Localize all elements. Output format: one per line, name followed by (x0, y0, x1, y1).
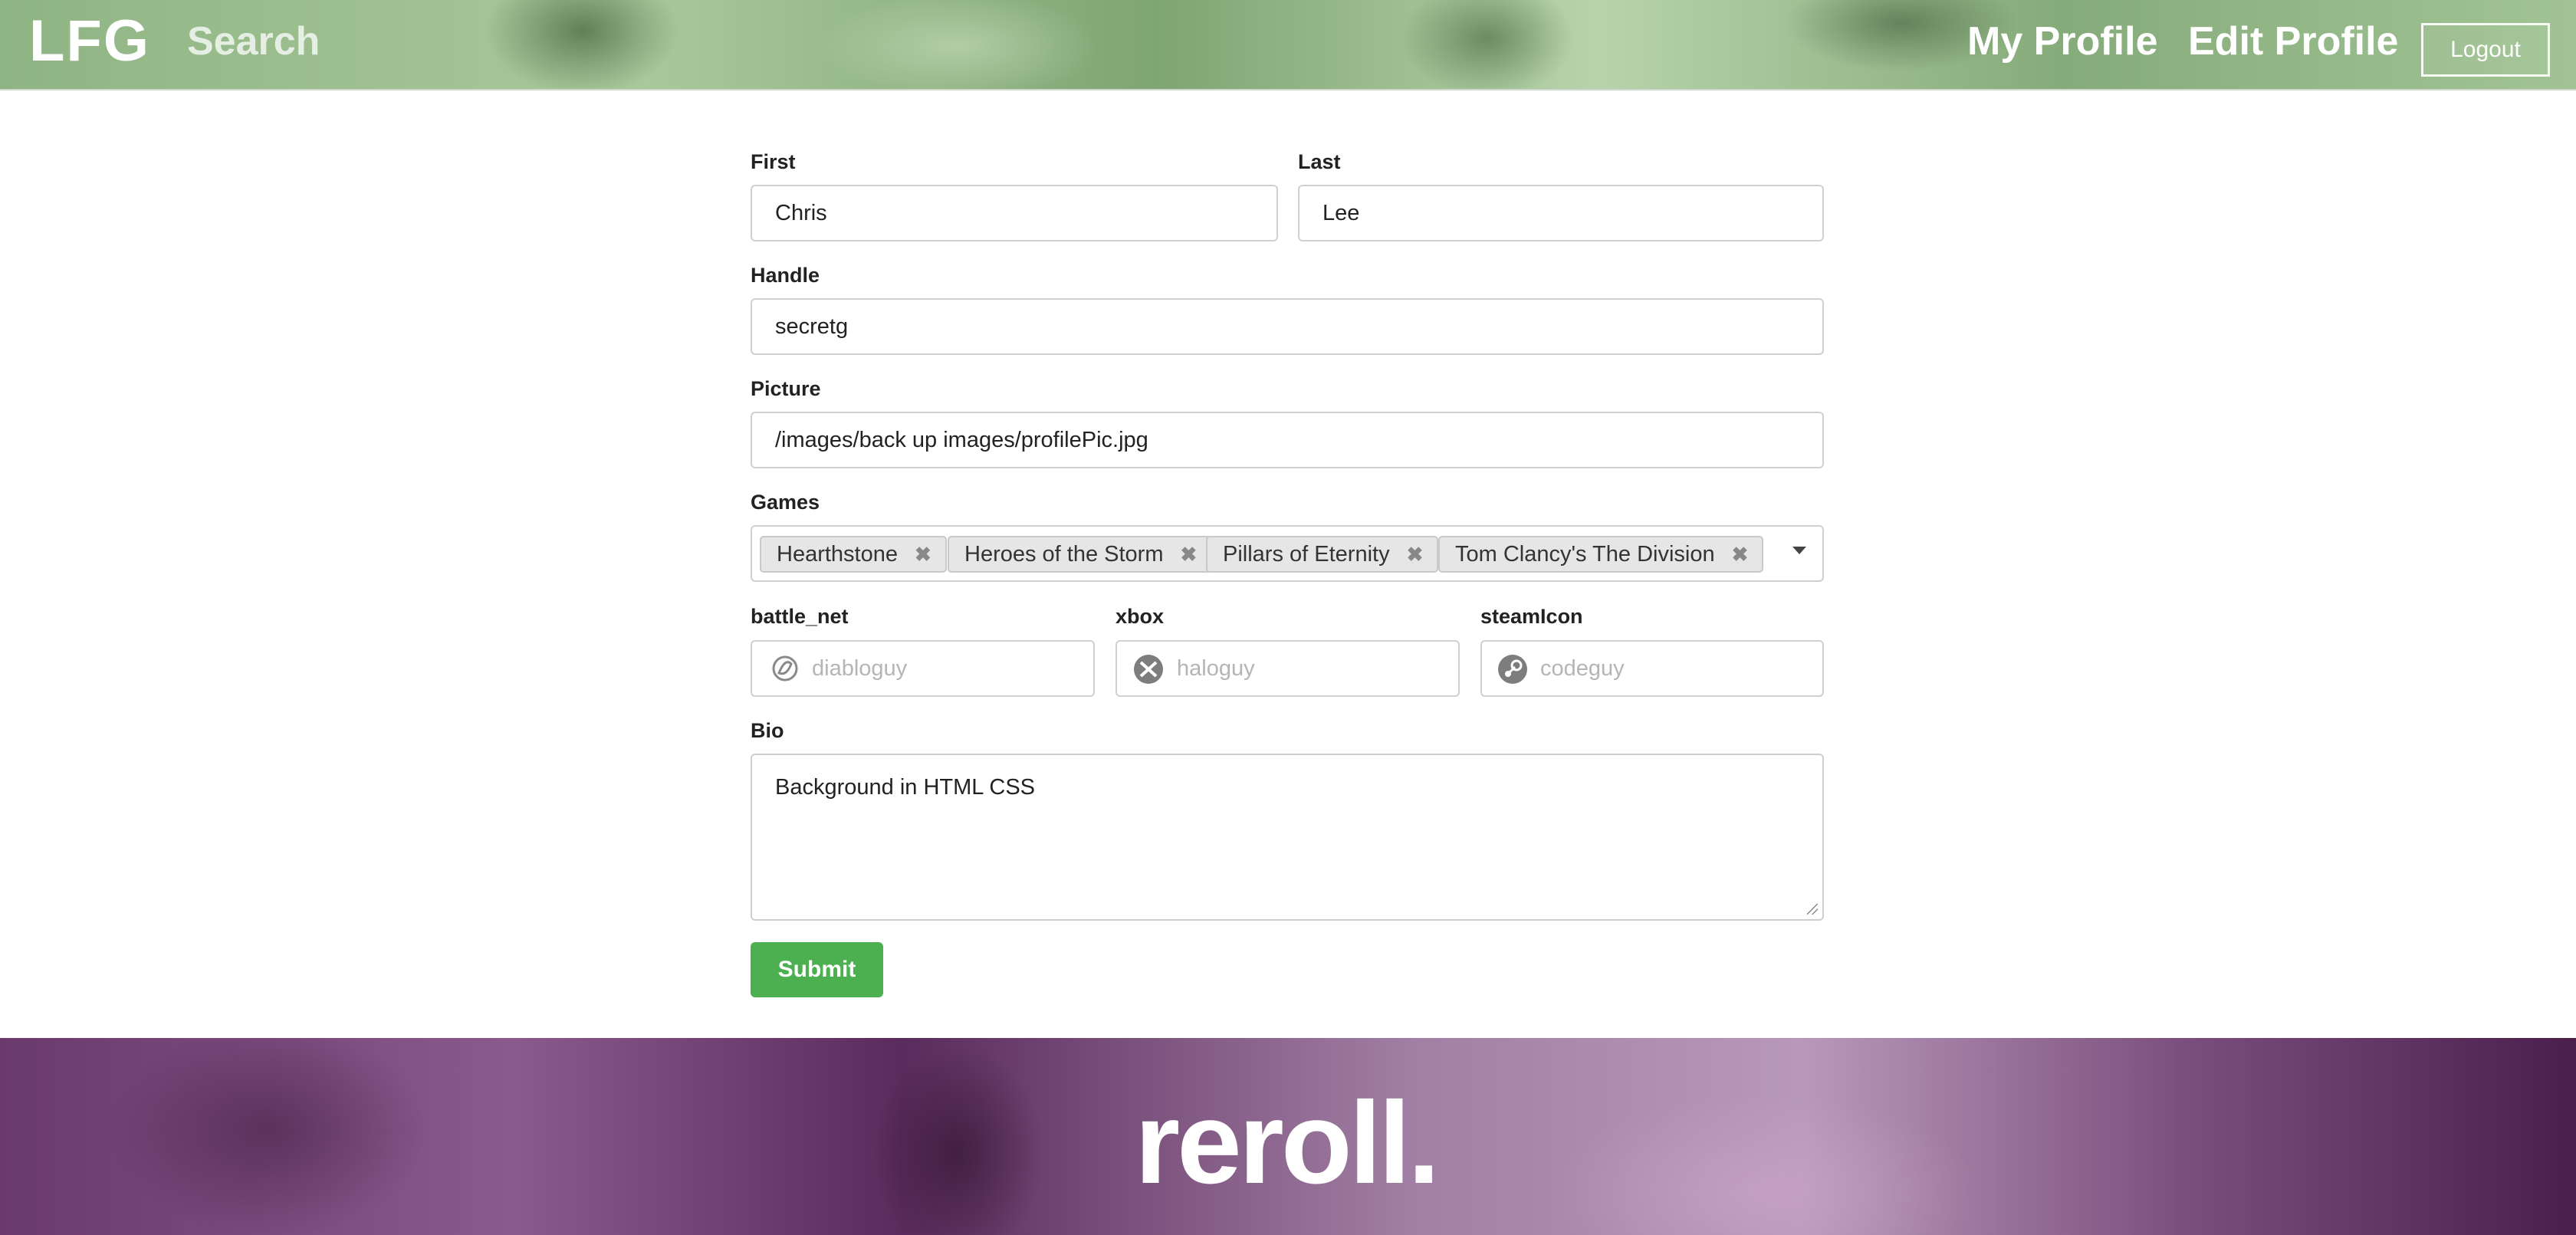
game-tag: Hearthstone ✖ (760, 536, 947, 573)
nav-edit-profile-link[interactable]: Edit Profile (2188, 18, 2398, 64)
handle-field[interactable]: secretg (751, 298, 1824, 355)
header-banner: LFG Search My Profile Edit Profile Logou… (0, 0, 2576, 90)
steam-label: steamIcon (1480, 605, 1583, 628)
remove-tag-icon[interactable]: ✖ (1407, 543, 1424, 567)
steam-icon (1498, 655, 1527, 684)
chevron-down-icon[interactable] (1792, 547, 1806, 554)
game-tag-label: Tom Clancy's The Division (1455, 541, 1715, 567)
game-tag-label: Pillars of Eternity (1223, 541, 1390, 567)
bio-label: Bio (751, 719, 784, 742)
game-tag: Tom Clancy's The Division ✖ (1438, 536, 1764, 573)
footer-banner: reroll. (0, 1038, 2576, 1235)
last-name-label: Last (1298, 150, 1341, 173)
handle-label: Handle (751, 264, 820, 287)
footer-logo: reroll. (1135, 1078, 1440, 1208)
battle-net-icon (772, 655, 798, 682)
bio-textarea[interactable]: Background in HTML CSS (751, 754, 1824, 921)
handle-value: secretg (775, 314, 849, 339)
logout-button[interactable]: Logout (2421, 23, 2550, 77)
game-tag-label: Hearthstone (777, 541, 898, 567)
first-name-label: First (751, 150, 796, 173)
game-tag: Heroes of the Storm ✖ (948, 536, 1213, 573)
nav-my-profile-link[interactable]: My Profile (1967, 18, 2158, 64)
picture-label: Picture (751, 377, 821, 400)
picture-value: /images/back up images/profilePic.jpg (775, 427, 1148, 452)
resize-handle-icon[interactable] (1807, 904, 1818, 915)
xbox-field[interactable]: haloguy (1116, 640, 1460, 697)
bio-value: Background in HTML CSS (775, 775, 1036, 800)
game-tag-label: Heroes of the Storm (964, 541, 1164, 567)
picture-field[interactable]: /images/back up images/profilePic.jpg (751, 412, 1824, 468)
remove-tag-icon[interactable]: ✖ (1732, 543, 1749, 567)
xbox-label: xbox (1116, 605, 1165, 628)
battle-net-placeholder: diabloguy (812, 655, 908, 681)
remove-tag-icon[interactable]: ✖ (1181, 543, 1198, 567)
games-label: Games (751, 491, 820, 514)
game-tag: Pillars of Eternity ✖ (1206, 536, 1439, 573)
last-name-value: Lee (1322, 200, 1360, 225)
remove-tag-icon[interactable]: ✖ (915, 543, 932, 567)
xbox-icon (1134, 655, 1163, 684)
first-name-field[interactable]: Chris (751, 185, 1278, 241)
steam-field[interactable]: codeguy (1480, 640, 1824, 697)
battle-net-field[interactable]: diabloguy (751, 640, 1095, 697)
last-name-field[interactable]: Lee (1298, 185, 1824, 241)
nav-search-link[interactable]: Search (187, 18, 320, 64)
battle-net-label: battle_net (751, 605, 849, 628)
steam-placeholder: codeguy (1540, 655, 1625, 681)
brand-logo[interactable]: LFG (29, 8, 150, 74)
first-name-value: Chris (775, 200, 827, 225)
xbox-placeholder: haloguy (1177, 655, 1255, 681)
submit-button[interactable]: Submit (751, 942, 883, 997)
